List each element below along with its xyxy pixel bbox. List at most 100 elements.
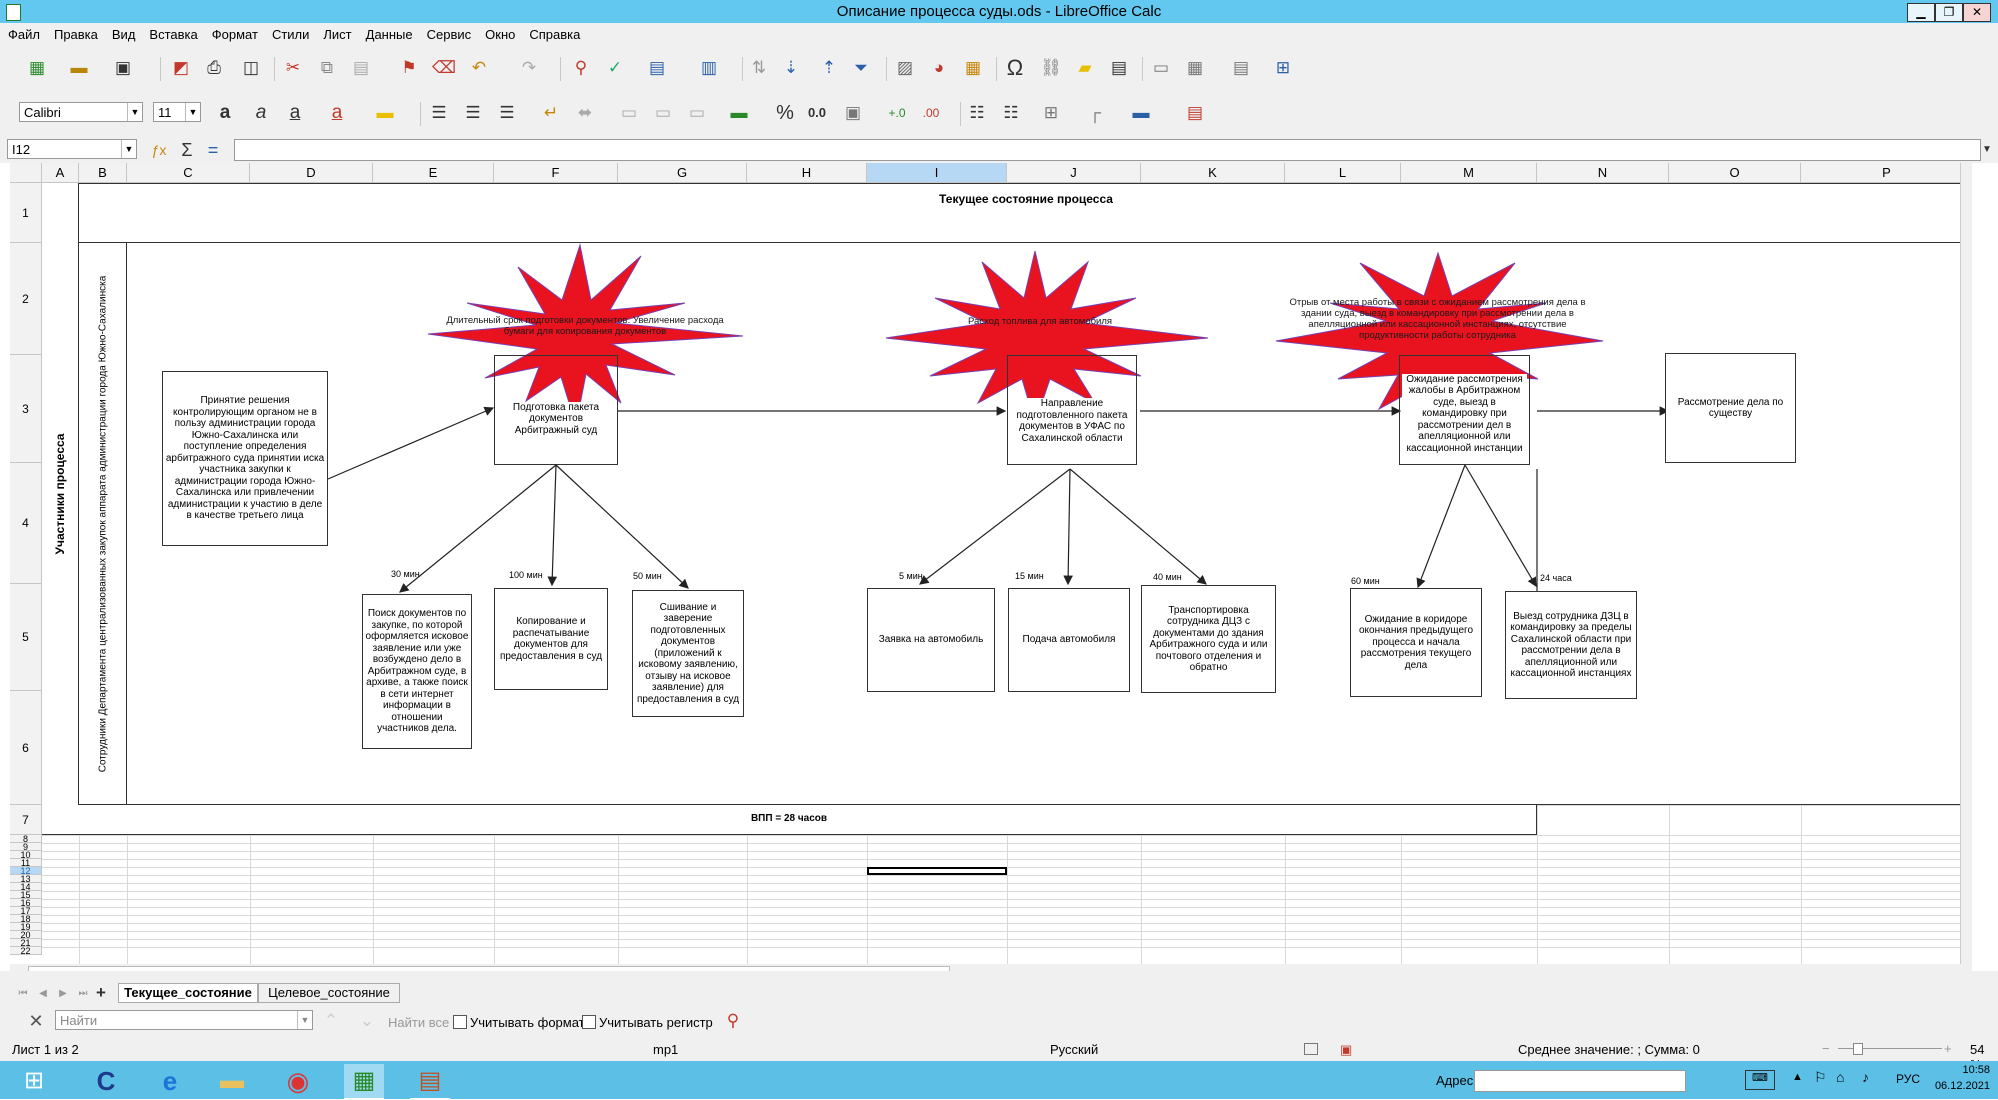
- tab-target-state[interactable]: Целевое_состояние: [258, 983, 400, 1003]
- selection-mode-icon[interactable]: [1304, 1043, 1318, 1055]
- split-window-icon[interactable]: ▤: [1230, 57, 1252, 79]
- formula-input[interactable]: [234, 139, 1981, 161]
- menu-help[interactable]: Справка: [521, 23, 586, 42]
- find-input[interactable]: Найти ▼: [55, 1010, 313, 1030]
- tab-current-state[interactable]: Текущее_состояние: [118, 983, 258, 1003]
- find-all-button[interactable]: Найти все: [388, 1015, 449, 1030]
- redo-icon[interactable]: ↷: [518, 57, 540, 79]
- match-format-checkbox[interactable]: [453, 1015, 467, 1029]
- page-style-status[interactable]: mp1: [653, 1042, 678, 1057]
- paste-icon[interactable]: ▤: [350, 57, 372, 79]
- border-color-icon[interactable]: ▬: [1130, 102, 1152, 124]
- merge-cells-icon[interactable]: ⬌: [574, 102, 596, 124]
- print-preview-icon[interactable]: ◫: [240, 57, 262, 79]
- delete-decimal-icon[interactable]: .00: [920, 102, 942, 124]
- libreoffice-impress-task-icon[interactable]: ▤: [410, 1064, 450, 1100]
- insert-image-icon[interactable]: ▨: [894, 57, 916, 79]
- add-decimal-icon[interactable]: +.0: [886, 102, 908, 124]
- match-case-checkbox[interactable]: [582, 1015, 596, 1029]
- save-icon[interactable]: ▣: [112, 57, 134, 79]
- process-box-decision[interactable]: Принятие решения контролирующим органом …: [162, 371, 328, 546]
- currency-icon[interactable]: ▬: [728, 102, 750, 124]
- process-box-copy[interactable]: Копирование и распечатывание документов …: [494, 588, 608, 690]
- chevron-down-icon[interactable]: ▼: [121, 140, 136, 158]
- bold-icon[interactable]: a: [214, 102, 236, 124]
- address-bar-input[interactable]: [1474, 1070, 1686, 1092]
- sort-ascending-icon[interactable]: ⇡: [818, 57, 840, 79]
- spreadsheet-grid[interactable]: A B C D E F G H I J K L M N O P 1 2 3 4 …: [10, 163, 1972, 971]
- clock-date[interactable]: 06.12.2021: [1928, 1080, 1990, 1092]
- clear-formatting-icon[interactable]: ⌫: [432, 57, 456, 79]
- align-middle-icon[interactable]: ▭: [652, 102, 674, 124]
- zoom-in-icon[interactable]: +: [1944, 1041, 1952, 1056]
- show-hidden-icons[interactable]: ▲: [1792, 1071, 1803, 1083]
- flag-icon[interactable]: ⚐: [1814, 1069, 1827, 1086]
- prev-sheet-icon[interactable]: ◀: [32, 983, 54, 1005]
- keyboard-icon[interactable]: ⌨: [1745, 1070, 1775, 1090]
- increase-indent-icon[interactable]: ☷: [966, 102, 988, 124]
- freeze-rows-icon[interactable]: ▦: [1184, 57, 1206, 79]
- sum-icon[interactable]: Σ: [176, 139, 198, 161]
- menu-tools[interactable]: Сервис: [419, 23, 478, 42]
- conditional-format-icon[interactable]: ▤: [1184, 102, 1206, 124]
- app-c-icon[interactable]: C: [86, 1064, 126, 1098]
- hyperlink-icon[interactable]: ⛓: [1040, 57, 1062, 79]
- define-print-area-icon[interactable]: ▭: [1150, 57, 1172, 79]
- new-document-icon[interactable]: ▦: [26, 57, 48, 79]
- cut-icon[interactable]: ✂: [282, 57, 304, 79]
- spelling-icon[interactable]: ✓: [604, 57, 626, 79]
- font-name-box[interactable]: Calibri ▼: [19, 102, 143, 122]
- column-icon[interactable]: ▥: [698, 57, 720, 79]
- menu-window[interactable]: Окно: [477, 23, 521, 42]
- name-box[interactable]: I12 ▼: [7, 139, 137, 159]
- find-replace-icon[interactable]: ⚲: [570, 57, 592, 79]
- border-style-icon[interactable]: ┌: [1084, 102, 1106, 124]
- process-box-car-request[interactable]: Заявка на автомобиль: [867, 588, 995, 692]
- chevron-down-icon[interactable]: ▼: [127, 103, 142, 121]
- volume-icon[interactable]: ♪: [1862, 1069, 1869, 1085]
- menu-data[interactable]: Данные: [358, 23, 419, 42]
- close-findbar-icon[interactable]: ✕: [25, 1010, 47, 1032]
- find-replace-icon[interactable]: ⚲: [722, 1010, 744, 1032]
- process-box-stitch[interactable]: Сшивание и заверение подготовленных доку…: [632, 590, 744, 717]
- network-icon[interactable]: ⌂: [1836, 1069, 1844, 1085]
- special-character-icon[interactable]: Ω: [1004, 57, 1026, 79]
- language-status[interactable]: Русский: [1050, 1042, 1098, 1057]
- process-box-search[interactable]: Поиск документов по закупке, по которой …: [362, 594, 472, 749]
- minimize-button[interactable]: ▁: [1907, 3, 1935, 22]
- process-box-prepare[interactable]: Подготовка пакета документов Арбитражный…: [494, 355, 618, 465]
- menu-format[interactable]: Формат: [204, 23, 264, 42]
- file-explorer-icon[interactable]: ▬: [212, 1064, 252, 1098]
- copy-icon[interactable]: ⧉: [316, 57, 338, 79]
- menu-styles[interactable]: Стили: [264, 23, 315, 42]
- row-icon[interactable]: ▤: [646, 57, 668, 79]
- pivot-table-icon[interactable]: ▦: [962, 57, 984, 79]
- process-box-corridor[interactable]: Ожидание в коридоре окончания предыдущег…: [1350, 588, 1482, 697]
- align-left-icon[interactable]: ☰: [428, 102, 450, 124]
- formula-icon[interactable]: =: [202, 139, 224, 161]
- restore-button[interactable]: ❐: [1935, 3, 1963, 22]
- show-draw-functions-icon[interactable]: ⊞: [1272, 57, 1294, 79]
- print-icon[interactable]: ⎙: [203, 57, 225, 79]
- italic-icon[interactable]: a: [250, 102, 272, 124]
- process-box-send[interactable]: Направление подготовленного пакета докум…: [1007, 355, 1137, 465]
- add-sheet-icon[interactable]: +: [90, 982, 112, 1004]
- chevron-down-icon[interactable]: ▼: [297, 1011, 312, 1029]
- highlight-color-icon[interactable]: ▬: [374, 102, 396, 124]
- process-box-waiting[interactable]: Ожидание рассмотрения жалобы в Арбитражн…: [1399, 355, 1530, 465]
- process-box-car-supply[interactable]: Подача автомобиля: [1008, 588, 1130, 692]
- process-box-review[interactable]: Рассмотрение дела по существу: [1665, 353, 1796, 463]
- headers-footers-icon[interactable]: ▤: [1108, 57, 1130, 79]
- chevron-down-icon[interactable]: ▼: [185, 103, 200, 121]
- align-top-icon[interactable]: ▭: [618, 102, 640, 124]
- open-folder-icon[interactable]: ▬: [68, 57, 90, 79]
- undo-icon[interactable]: ↶: [468, 57, 490, 79]
- autofilter-icon[interactable]: ⏷: [850, 57, 872, 79]
- process-box-trip[interactable]: Выезд сотрудника ДЗЦ в командировку за п…: [1505, 591, 1637, 699]
- close-button[interactable]: ✕: [1963, 3, 1991, 22]
- underline-icon[interactable]: a: [284, 102, 306, 124]
- sort-icon[interactable]: ⇅: [748, 57, 770, 79]
- clone-formatting-icon[interactable]: ⚑: [398, 57, 420, 79]
- chrome-icon[interactable]: ◉: [278, 1064, 318, 1098]
- date-format-icon[interactable]: ▣: [842, 102, 864, 124]
